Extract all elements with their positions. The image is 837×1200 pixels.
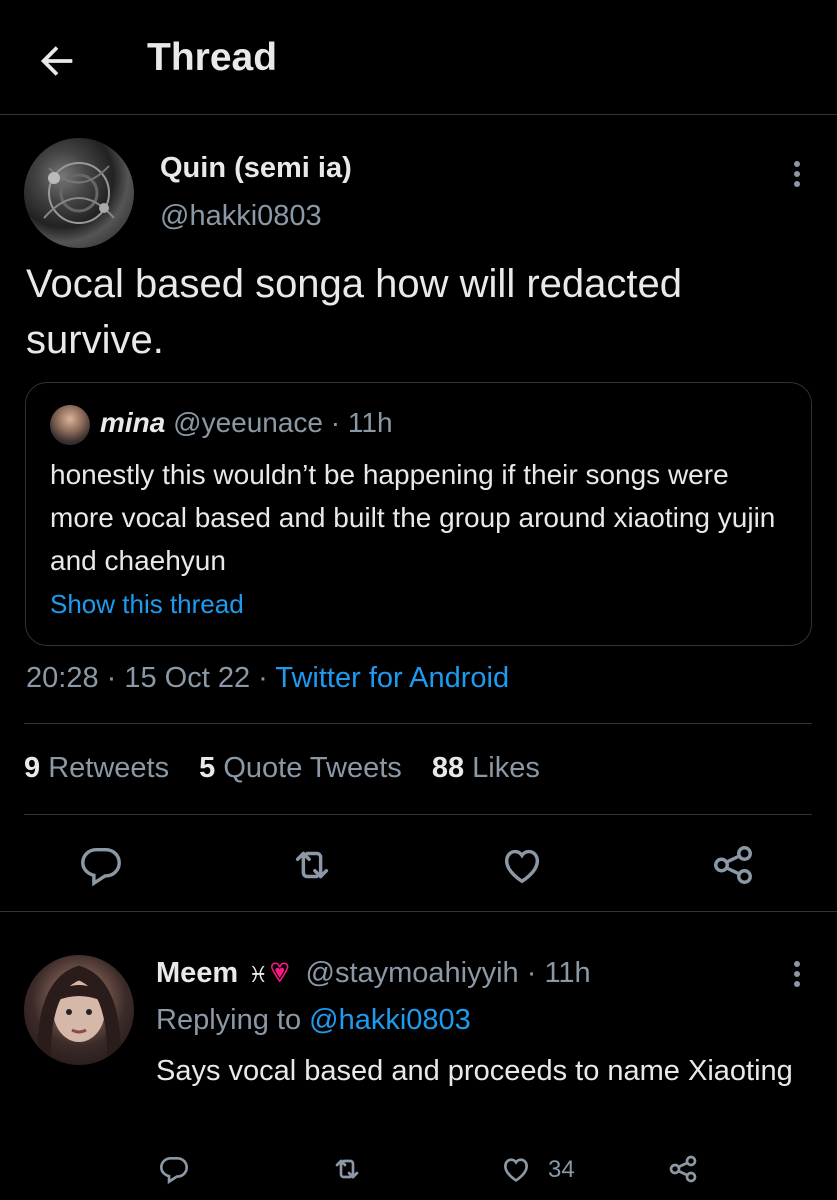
quote-avatar xyxy=(50,405,90,445)
retweet-icon[interactable] xyxy=(289,842,335,888)
reply-handle-time[interactable]: @staymoahiyyih · 11h xyxy=(306,957,591,989)
tweet-stats: 9 Retweets 5 Quote Tweets 88 Likes xyxy=(24,752,562,785)
replying-to: Replying to @hakki0803 xyxy=(156,1004,471,1037)
like-heart-icon[interactable] xyxy=(500,1153,532,1185)
reply-author-avatar[interactable] xyxy=(24,955,134,1065)
reply-header: Meem ♓︎💗︎ @staymoahiyyih · 11h xyxy=(156,957,591,990)
tweet-text: Vocal based songa how will redacted surv… xyxy=(26,262,682,362)
author-handle[interactable]: @hakki0803 xyxy=(160,200,322,233)
pink-heart-icon: 💗︎ xyxy=(270,957,290,988)
divider xyxy=(0,911,837,912)
replying-to-mention[interactable]: @hakki0803 xyxy=(309,1004,471,1036)
reply-icon[interactable] xyxy=(78,842,124,888)
show-thread-link[interactable]: Show this thread xyxy=(50,589,244,620)
author-avatar[interactable] xyxy=(24,138,134,248)
tweet-date: 15 Oct 22 xyxy=(124,662,251,694)
back-arrow-icon[interactable] xyxy=(34,38,80,84)
page-title: Thread xyxy=(147,36,278,79)
quote-tweets-stat[interactable]: 5 Quote Tweets xyxy=(199,752,402,784)
tweet-time: 20:28 xyxy=(26,662,99,694)
meta-separator: · xyxy=(258,662,276,694)
more-options-icon[interactable] xyxy=(784,156,810,192)
likes-stat[interactable]: 88 Likes xyxy=(432,752,540,784)
more-options-icon[interactable] xyxy=(784,956,810,992)
reply-text: Says vocal based and proceeds to name Xi… xyxy=(156,1055,793,1087)
meta-separator: · xyxy=(106,662,125,694)
tweet-source-link[interactable]: Twitter for Android xyxy=(275,662,509,694)
quote-header: mina @yeeunace · 11h xyxy=(100,407,393,439)
reply-like-count: 34 xyxy=(548,1156,575,1183)
reply-icon[interactable] xyxy=(158,1153,190,1185)
reply-author-name[interactable]: Meem xyxy=(156,957,238,989)
like-heart-icon[interactable] xyxy=(499,842,545,888)
quote-handle-time: @yeeunace · 11h xyxy=(173,407,393,438)
retweet-icon[interactable] xyxy=(331,1153,363,1185)
share-icon[interactable] xyxy=(710,842,756,888)
pisces-symbol-icon: ♓︎ xyxy=(248,962,268,987)
author-name[interactable]: Quin (semi ia) xyxy=(160,152,352,185)
tweet-meta: 20:28 · 15 Oct 22 · Twitter for Android xyxy=(26,662,509,695)
top-bar: Thread xyxy=(0,0,837,115)
quote-author-name: mina xyxy=(100,407,166,438)
quoted-tweet[interactable]: mina @yeeunace · 11h honestly this would… xyxy=(25,382,812,646)
retweets-stat[interactable]: 9 Retweets xyxy=(24,752,169,784)
share-icon[interactable] xyxy=(667,1153,699,1185)
divider xyxy=(24,723,812,724)
quote-text: honestly this wouldn’t be happening if t… xyxy=(50,459,776,576)
replying-to-label: Replying to xyxy=(156,1004,302,1036)
divider xyxy=(24,814,812,815)
